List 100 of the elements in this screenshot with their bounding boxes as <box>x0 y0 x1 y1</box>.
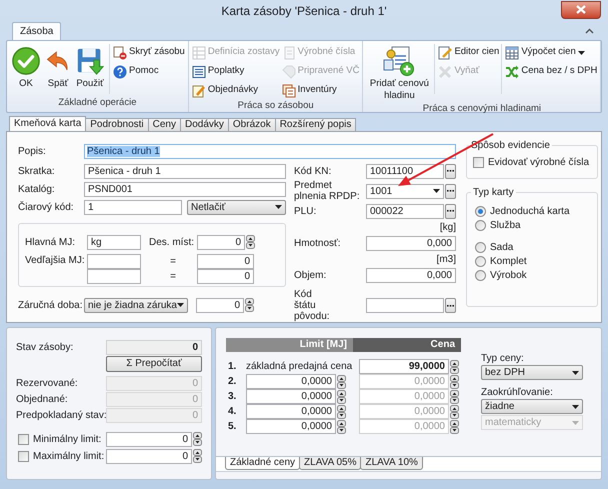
spin-button[interactable] <box>337 404 346 418</box>
document-icon <box>282 46 296 60</box>
spin-button[interactable] <box>450 390 459 404</box>
ribbon-button[interactable]: Objednávky <box>192 82 280 99</box>
text-field[interactable]: 0,000 <box>366 268 456 282</box>
form-tab[interactable]: Kmeňová karta <box>9 116 86 131</box>
dropdown[interactable]: Netlačiť <box>187 200 286 214</box>
check-circle-icon <box>11 46 41 76</box>
field-label: Rezervované: <box>16 377 79 391</box>
ribbon-button[interactable]: OK <box>10 44 42 90</box>
ribbon-button[interactable]: Poplatky <box>192 63 280 80</box>
form-tab[interactable]: Podrobnosti <box>85 118 149 131</box>
document-minus-icon <box>113 46 127 60</box>
price-field[interactable]: 99,0000 <box>359 359 449 374</box>
group-label: Práca s cenovými hladinami <box>422 102 542 116</box>
field-label: Kód štátu pôvodu: <box>294 289 331 322</box>
sheet-tab[interactable]: ZLAVA 10% <box>360 457 423 470</box>
group-title: Spôsob evidencie <box>470 139 551 153</box>
spin-button[interactable] <box>450 404 459 418</box>
spin-button[interactable] <box>193 449 202 463</box>
text-field[interactable]: 0 <box>106 432 192 446</box>
close-button[interactable] <box>561 0 601 18</box>
checkbox-label: Maximálny limit: <box>33 450 104 464</box>
ribbon-button[interactable]: Inventúry <box>282 82 360 99</box>
ribbon-button[interactable]: Späť <box>44 44 72 90</box>
text-field[interactable]: Pšenica - druh 1 <box>84 164 286 178</box>
field-label: Zaokrúhľovanie: <box>481 386 554 399</box>
text-field[interactable]: 0 <box>196 298 244 312</box>
dropdown[interactable]: nie je žiadna záruka <box>84 298 188 312</box>
column-header: Limit [MJ] <box>226 338 353 352</box>
text-field[interactable]: Pšenica - druh 1 <box>84 144 456 159</box>
text-field[interactable]: 0 <box>197 254 254 269</box>
ribbon-tab[interactable]: Zásoba <box>12 22 62 40</box>
ribbon-button[interactable]: Použiť <box>74 44 106 90</box>
readonly-field: 0 <box>106 376 202 391</box>
text-field[interactable] <box>87 254 141 269</box>
unit-label: [kg] <box>440 222 456 234</box>
browse-button[interactable] <box>445 204 456 218</box>
text-field[interactable]: 0 <box>106 448 192 464</box>
spin-button[interactable] <box>450 360 459 374</box>
spin-button[interactable] <box>337 390 346 404</box>
sheet-tab[interactable]: ZLAVA 05% <box>299 457 362 470</box>
form-tab[interactable]: Obrázok <box>228 118 276 131</box>
radio-button[interactable] <box>475 270 486 280</box>
group-label: Základné operácie <box>57 96 138 110</box>
spin-button[interactable] <box>337 420 346 434</box>
recalculate-button[interactable]: Σ Prepočítať <box>106 356 202 372</box>
readonly-field: 0 <box>106 392 202 407</box>
ribbon-button[interactable]: Pridať cenovú hladinu <box>366 44 432 102</box>
ribbon-button[interactable]: Pomoc <box>113 63 185 80</box>
spin-button[interactable] <box>245 298 254 312</box>
shuffle-icon <box>505 64 520 78</box>
spin-button[interactable] <box>193 432 202 446</box>
unit-label: [m3] <box>436 254 456 266</box>
field-label: Predmet plnenia RPDP: <box>294 180 361 202</box>
collapse-icon[interactable] <box>585 28 594 34</box>
text-field[interactable]: 0,000 <box>366 236 456 250</box>
text-field[interactable]: 000022 <box>366 204 444 218</box>
browse-button[interactable] <box>445 298 456 313</box>
field-label: Katalóg: <box>18 182 56 196</box>
browse-button[interactable] <box>445 164 456 178</box>
text-field[interactable] <box>366 298 444 313</box>
text-field[interactable]: 10011100 <box>366 164 444 178</box>
radio-button[interactable] <box>475 220 486 230</box>
dropdown[interactable]: 1001 <box>366 184 444 198</box>
text-field[interactable]: 0 <box>197 269 254 284</box>
radio-button[interactable] <box>475 242 486 252</box>
checkbox[interactable] <box>473 157 484 168</box>
spin-button[interactable] <box>450 420 459 434</box>
checkbox-label: Minimálny limit: <box>33 432 102 446</box>
row-number: 3. <box>227 390 238 404</box>
form-tab[interactable]: Ceny <box>148 118 181 131</box>
spin-button[interactable] <box>450 374 459 388</box>
browse-button[interactable] <box>445 184 456 198</box>
checkbox[interactable] <box>18 434 29 444</box>
text-field[interactable] <box>87 269 141 284</box>
form-tab[interactable]: Dodávky <box>180 118 229 131</box>
text-field[interactable]: 1 <box>84 200 182 214</box>
ribbon-button[interactable]: Skryť zásobu <box>113 44 185 61</box>
spin-button[interactable] <box>337 374 346 388</box>
field-label: Záručná doba: <box>18 298 84 312</box>
radio-button[interactable] <box>475 206 486 216</box>
ribbon-button[interactable]: Výpočet cien <box>505 44 598 61</box>
field-label: Hmotnosť: <box>294 236 342 250</box>
radio-button[interactable] <box>475 256 486 266</box>
dropdown[interactable]: žiadne <box>481 399 583 414</box>
caret-icon <box>275 205 282 209</box>
grid-icon <box>192 46 206 60</box>
ribbon-button[interactable]: Cena bez / s DPH <box>505 63 598 80</box>
spin-button[interactable] <box>246 235 255 249</box>
tag-icon <box>282 64 296 78</box>
form-tab[interactable]: Rozšírený popis <box>274 118 356 131</box>
ribbon-button[interactable]: Editor cien <box>438 44 500 61</box>
checkbox[interactable] <box>18 450 29 462</box>
text-field[interactable]: kg <box>87 234 141 250</box>
sheet-tab[interactable]: Základné ceny <box>225 457 300 470</box>
text-field[interactable]: PSND001 <box>84 182 286 196</box>
text-field[interactable]: 0 <box>197 234 245 250</box>
dropdown[interactable]: bez DPH <box>481 365 583 380</box>
field-label: Hlavná MJ: <box>25 236 76 250</box>
